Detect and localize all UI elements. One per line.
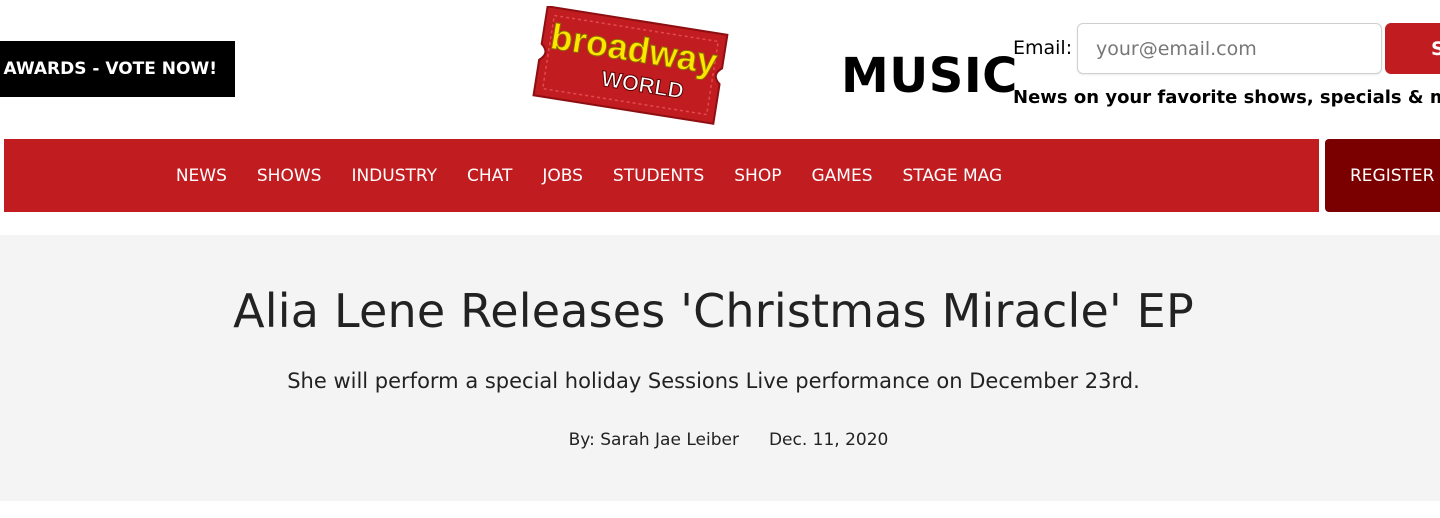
site-header: W AWARDS - VOTE NOW! broadway WORLD MUSI… [0, 0, 1440, 135]
email-input[interactable] [1077, 23, 1382, 74]
main-nav: NEWS SHOWS INDUSTRY CHAT JOBS STUDENTS S… [4, 139, 1319, 212]
vote-now-button[interactable]: W AWARDS - VOTE NOW! [0, 41, 235, 97]
article-subtitle: She will perform a special holiday Sessi… [287, 369, 1140, 393]
article-header: Alia Lene Releases 'Christmas Miracle' E… [0, 235, 1440, 501]
ticket-logo-icon: broadway WORLD [532, 6, 729, 125]
article-title: Alia Lene Releases 'Christmas Miracle' E… [233, 284, 1194, 338]
nav-item-shop[interactable]: SHOP [734, 166, 781, 186]
section-title: MUSIC [841, 48, 1018, 104]
nav-item-jobs[interactable]: JOBS [542, 166, 583, 186]
author-link[interactable]: Sarah Jae Leiber [600, 430, 739, 450]
register-button[interactable]: REGISTER [1325, 139, 1440, 212]
nav-item-stage-mag[interactable]: STAGE MAG [903, 166, 1003, 186]
nav-item-shows[interactable]: SHOWS [257, 166, 322, 186]
nav-item-students[interactable]: STUDENTS [613, 166, 704, 186]
byline-prefix: By: [568, 430, 601, 450]
nav-item-industry[interactable]: INDUSTRY [351, 166, 437, 186]
subscribe-button[interactable]: S [1385, 23, 1440, 74]
broadwayworld-logo[interactable]: broadway WORLD [527, 6, 733, 130]
byline: By: Sarah Jae Leiber Dec. 11, 2020 [0, 428, 1440, 452]
nav-item-games[interactable]: GAMES [811, 166, 872, 186]
nav-item-news[interactable]: NEWS [176, 166, 227, 186]
nav-item-chat[interactable]: CHAT [467, 166, 512, 186]
newsletter-tagline: News on your favorite shows, specials & … [1013, 87, 1440, 108]
publish-date: Dec. 11, 2020 [768, 430, 889, 450]
email-label: Email: [1013, 37, 1073, 59]
